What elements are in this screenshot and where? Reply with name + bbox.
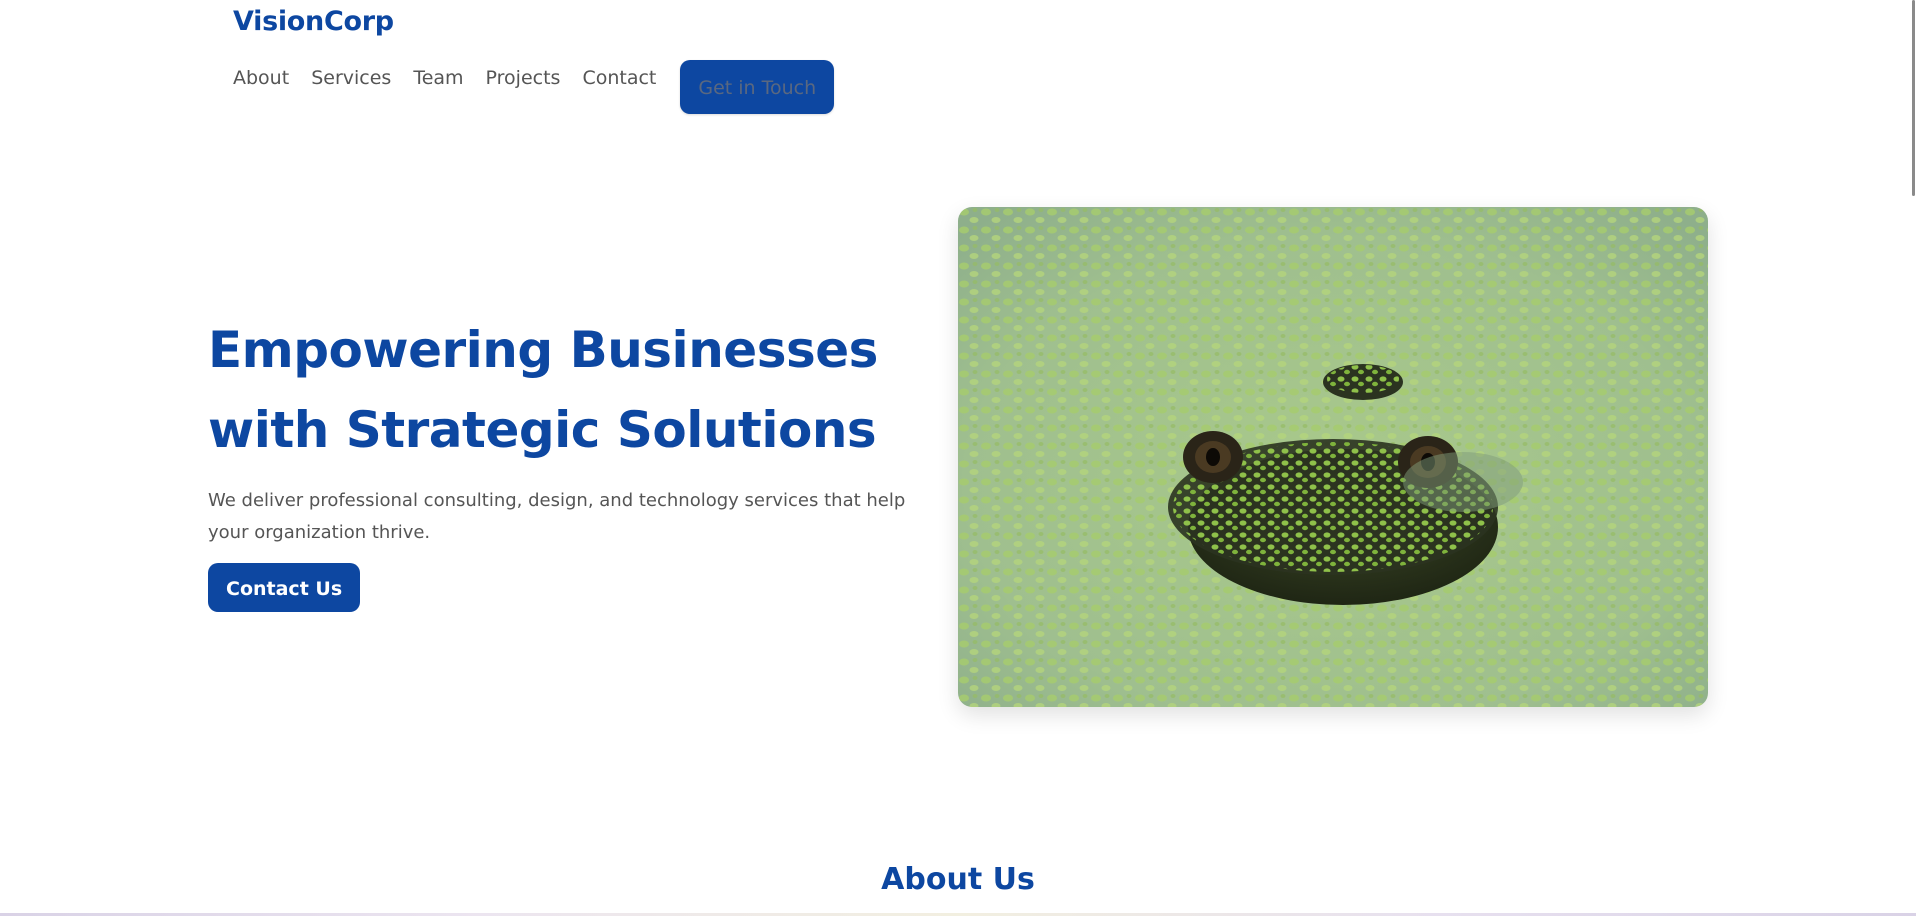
hero-image bbox=[958, 207, 1708, 707]
page: VisionCorp About Services Team Projects … bbox=[0, 0, 1916, 916]
nav-link-services[interactable]: Services bbox=[311, 60, 391, 96]
nav-link-projects[interactable]: Projects bbox=[486, 60, 561, 96]
get-in-touch-button[interactable]: Get in Touch bbox=[680, 60, 835, 114]
main-nav: About Services Team Projects Contact Get… bbox=[233, 60, 835, 114]
page-scrollbar[interactable] bbox=[1910, 0, 1916, 916]
nav-link-team[interactable]: Team bbox=[413, 60, 463, 96]
hero-title: Empowering Businesses with Strategic Sol… bbox=[208, 321, 878, 459]
scrollbar-thumb[interactable] bbox=[1912, 0, 1915, 196]
contact-us-button[interactable]: Contact Us bbox=[208, 563, 361, 612]
hero-subtitle: We deliver professional consulting, desi… bbox=[208, 490, 906, 543]
nav-link-contact[interactable]: Contact bbox=[582, 60, 656, 96]
nav-link-about[interactable]: About bbox=[233, 60, 289, 96]
frog-photo-icon bbox=[958, 207, 1708, 707]
about-section-title: About Us bbox=[881, 862, 1035, 897]
brand-logo[interactable]: VisionCorp bbox=[233, 6, 394, 37]
